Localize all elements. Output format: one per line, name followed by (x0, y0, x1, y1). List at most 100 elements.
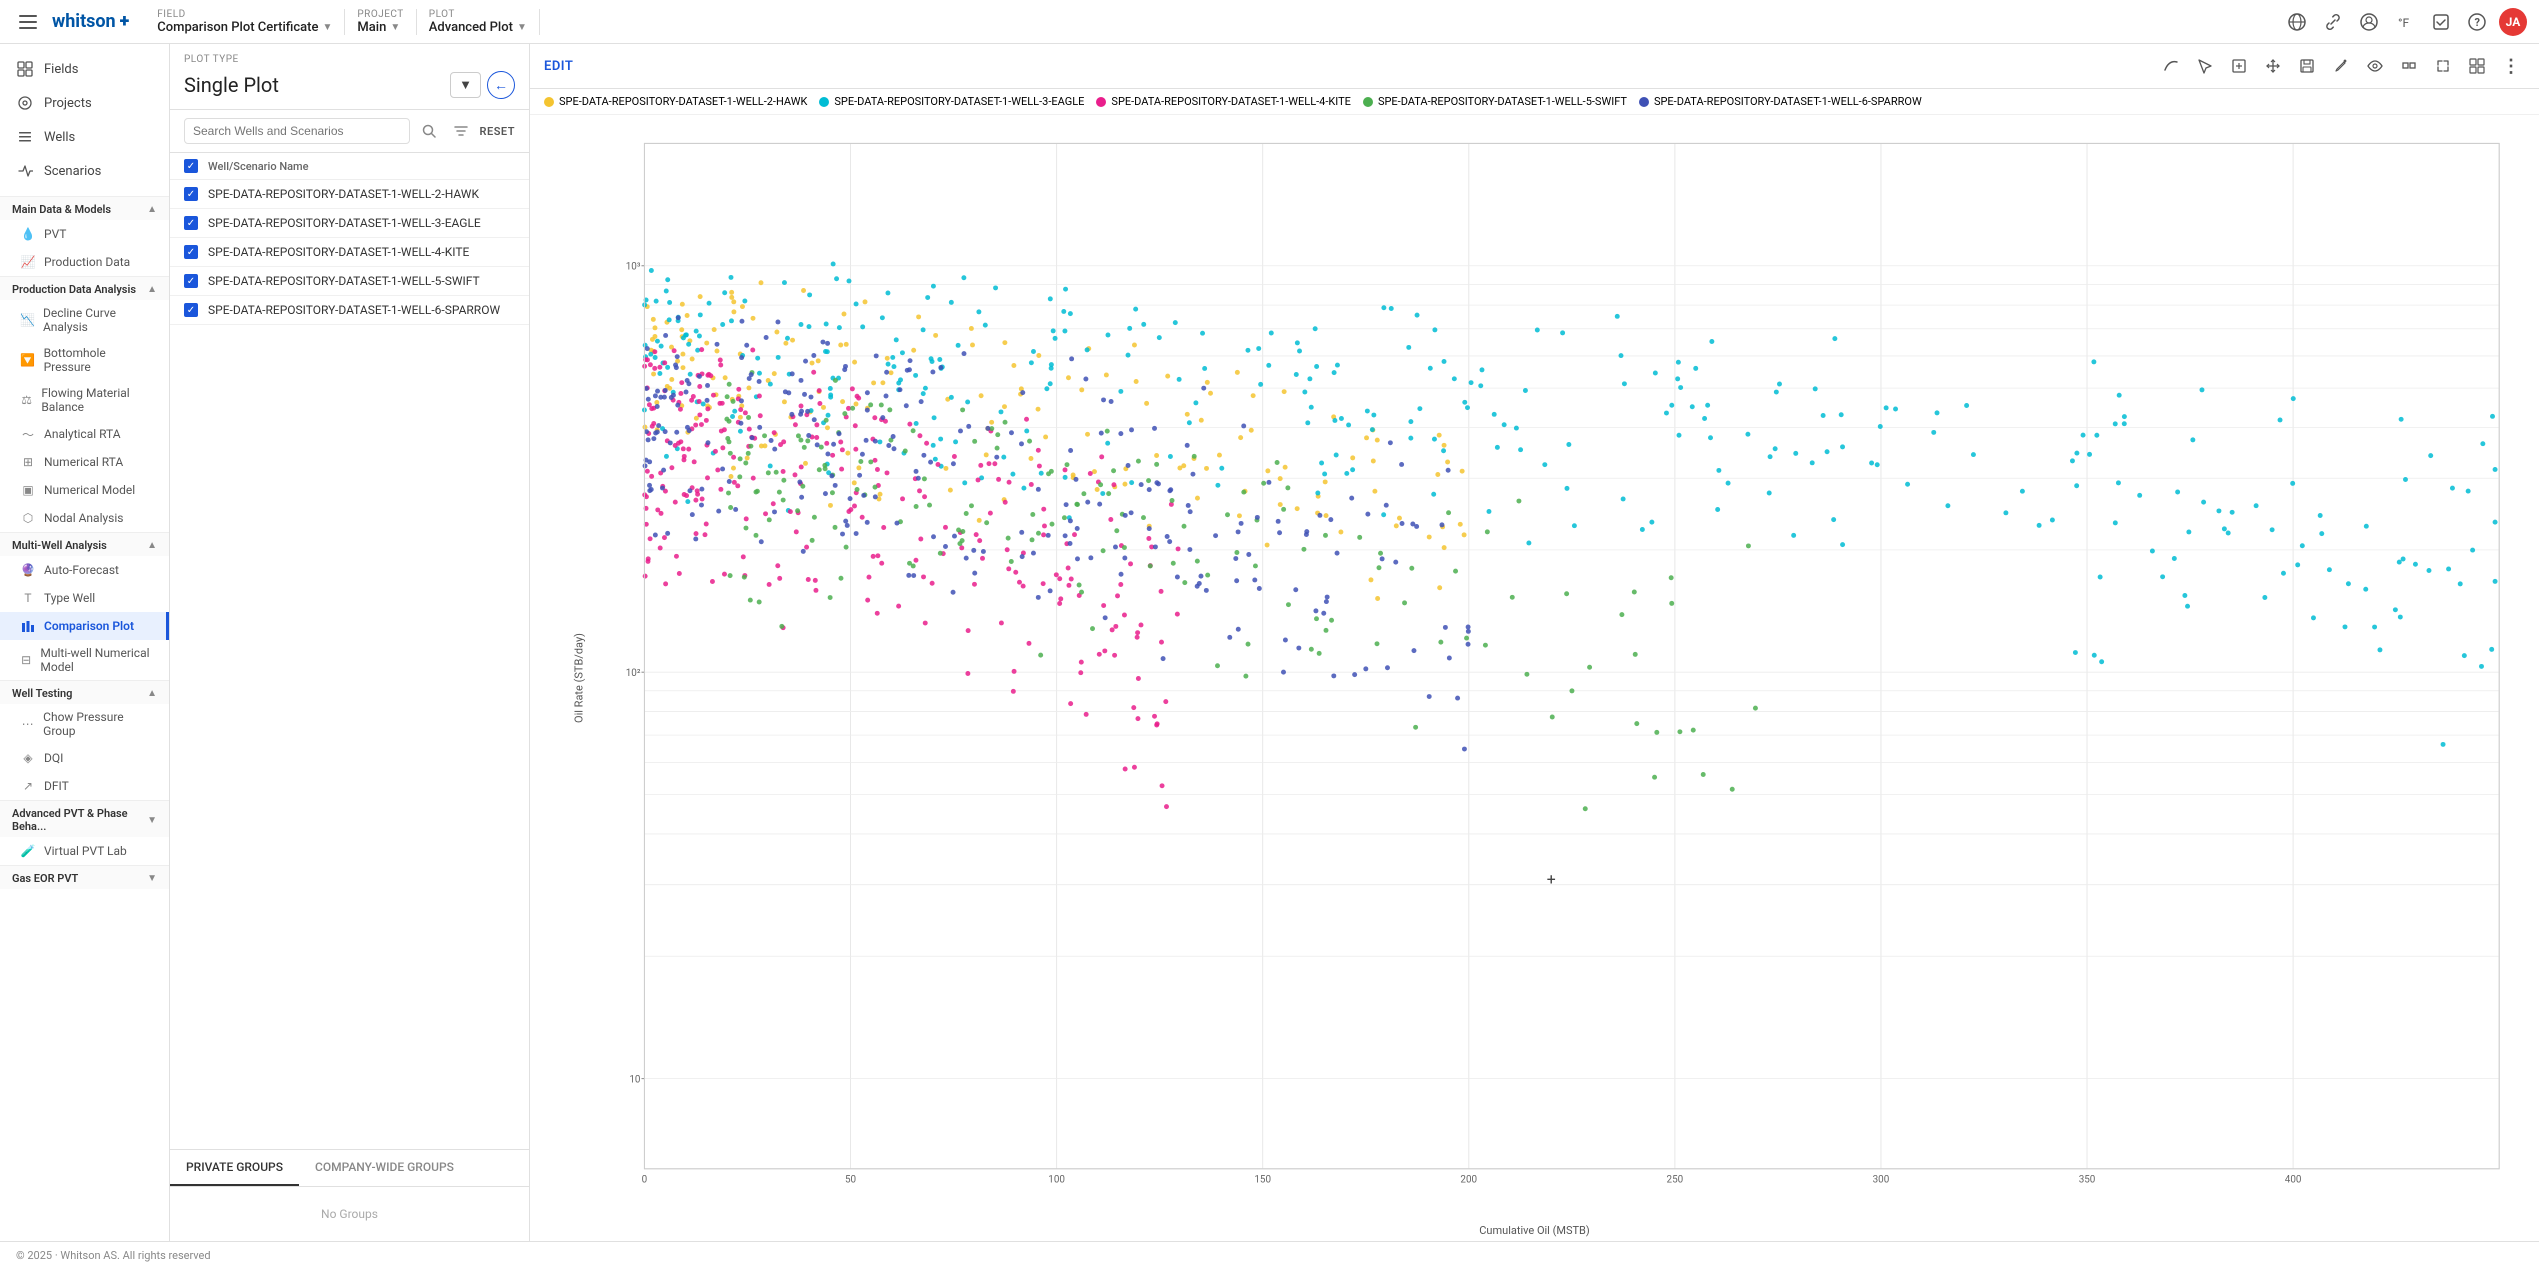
tool-more[interactable]: ⋮ (2497, 52, 2525, 80)
legend-label-hawk: SPE-DATA-REPOSITORY-DATASET-1-WELL-2-HAW… (559, 95, 807, 108)
svg-text:°F: °F (2398, 16, 2409, 30)
sidebar-item-nodal-analysis[interactable]: ⬡ Nodal Analysis (0, 504, 169, 532)
well-2-checkbox[interactable]: ✓ (184, 216, 198, 230)
comparison-plot-icon (20, 618, 36, 634)
sidebar-item-chow-pressure[interactable]: ⋯ Chow Pressure Group (0, 704, 169, 744)
tool-rect-zoom[interactable] (2225, 52, 2253, 80)
plot-type-select: Single Plot ▼ ← (184, 71, 515, 99)
section-multi-well[interactable]: Multi-Well Analysis ▲ (0, 532, 169, 556)
svg-text:0: 0 (642, 1175, 648, 1186)
sidebar-item-flowing-material[interactable]: ⚖ Flowing Material Balance (0, 380, 169, 420)
legend-label-eagle: SPE-DATA-REPOSITORY-DATASET-1-WELL-3-EAG… (834, 95, 1084, 108)
well-5-checkbox[interactable]: ✓ (184, 303, 198, 317)
logo[interactable]: whitson+ (52, 11, 129, 32)
section-production-analysis[interactable]: Production Data Analysis ▲ (0, 276, 169, 300)
search-button[interactable] (416, 118, 442, 144)
sidebar-item-pvt[interactable]: 💧 PVT (0, 220, 169, 248)
main-layout: Fields Projects Wells Scenarios (0, 44, 2539, 1241)
select-all-checkbox[interactable]: ✓ (184, 159, 198, 173)
footer: © 2025 · Whitson AS. All rights reserved (0, 1241, 2539, 1269)
well-row[interactable]: ✓ SPE-DATA-REPOSITORY-DATASET-1-WELL-5-S… (170, 267, 529, 296)
edit-button[interactable]: EDIT (544, 59, 573, 74)
tool-save[interactable] (2293, 52, 2321, 80)
sidebar-item-numerical-rta[interactable]: ⊞ Numerical RTA (0, 448, 169, 476)
tool-select[interactable] (2191, 52, 2219, 80)
well-row[interactable]: ✓ SPE-DATA-REPOSITORY-DATASET-1-WELL-3-E… (170, 209, 529, 238)
multi-well-numerical-icon: ⊟ (20, 652, 32, 668)
sidebar-item-type-well[interactable]: T Type Well (0, 584, 169, 612)
well-row[interactable]: ✓ SPE-DATA-REPOSITORY-DATASET-1-WELL-6-S… (170, 296, 529, 325)
tab-company-groups[interactable]: COMPANY-WIDE GROUPS (299, 1150, 470, 1186)
temperature-icon[interactable]: °F (2391, 8, 2419, 36)
tool-curve[interactable] (2157, 52, 2185, 80)
legend-item-sparrow: SPE-DATA-REPOSITORY-DATASET-1-WELL-6-SPA… (1639, 95, 1922, 108)
sidebar-item-dfit[interactable]: ↗ DFIT (0, 772, 169, 800)
legend-item-hawk: SPE-DATA-REPOSITORY-DATASET-1-WELL-2-HAW… (544, 95, 807, 108)
decline-curve-icon: 📉 (20, 312, 35, 328)
legend-label-kite: SPE-DATA-REPOSITORY-DATASET-1-WELL-4-KIT… (1111, 95, 1351, 108)
checkbox-icon[interactable] (2427, 8, 2455, 36)
globe-icon[interactable] (2283, 8, 2311, 36)
section-gas-eor[interactable]: Gas EOR PVT ▼ (0, 865, 169, 889)
plot-type-dropdown[interactable]: ▼ (450, 72, 481, 98)
section-well-testing[interactable]: Well Testing ▲ (0, 680, 169, 704)
sidebar-item-analytical-rta[interactable]: 〜 Analytical RTA (0, 420, 169, 448)
chart-container[interactable]: Oil Rate (STB/day) Cumulative Oil (MSTB)… (530, 115, 2539, 1241)
breadcrumb-field[interactable]: Field Comparison Plot Certificate ▼ (145, 9, 345, 35)
field-dropdown-icon[interactable]: ▼ (322, 22, 332, 33)
back-button[interactable]: ← (487, 71, 515, 99)
plot-dropdown-icon[interactable]: ▼ (517, 22, 527, 33)
tool-eye[interactable] (2361, 52, 2389, 80)
virtual-pvt-lab-icon: 🧪 (20, 843, 36, 859)
sidebar-item-auto-forecast[interactable]: 🔮 Auto-Forecast (0, 556, 169, 584)
section-production-analysis-toggle: ▲ (147, 284, 157, 295)
tool-grid[interactable] (2463, 52, 2491, 80)
sidebar-item-projects[interactable]: Projects (0, 86, 169, 120)
user-avatar-icon[interactable]: JA (2499, 8, 2527, 36)
sidebar-item-wells[interactable]: Wells (0, 120, 169, 154)
plot-area: EDIT (530, 44, 2539, 1241)
help-icon[interactable]: ? (2463, 8, 2491, 36)
project-dropdown-icon[interactable]: ▼ (390, 22, 400, 33)
breadcrumb-project[interactable]: Project Main ▼ (345, 9, 416, 35)
hamburger-button[interactable] (12, 6, 44, 38)
sidebar-item-production-data[interactable]: 📈 Production Data (0, 248, 169, 276)
well-row[interactable]: ✓ SPE-DATA-REPOSITORY-DATASET-1-WELL-4-K… (170, 238, 529, 267)
sidebar-label-fields: Fields (44, 62, 78, 77)
sidebar-item-multi-well-numerical[interactable]: ⊟ Multi-well Numerical Model (0, 640, 169, 680)
sidebar-item-decline-curve[interactable]: 📉 Decline Curve Analysis (0, 300, 169, 340)
topbar: whitson+ Field Comparison Plot Certifica… (0, 0, 2539, 44)
plot-tools: ⋮ (2157, 52, 2525, 80)
tab-private-groups[interactable]: PRIVATE GROUPS (170, 1150, 299, 1186)
search-input[interactable] (184, 118, 410, 144)
sidebar-item-scenarios[interactable]: Scenarios (0, 154, 169, 188)
numerical-rta-icon: ⊞ (20, 454, 36, 470)
tool-pan[interactable] (2259, 52, 2287, 80)
well-3-checkbox[interactable]: ✓ (184, 245, 198, 259)
breadcrumb-plot[interactable]: Plot Advanced Plot ▼ (417, 9, 540, 35)
sidebar-item-dqi[interactable]: ◈ DQI (0, 744, 169, 772)
sidebar-label-virtual-pvt-lab: Virtual PVT Lab (44, 844, 127, 858)
link-icon[interactable] (2319, 8, 2347, 36)
chart-svg[interactable]: 0501001502002503003504001010²10³+ (590, 131, 2519, 1201)
well-1-checkbox[interactable]: ✓ (184, 187, 198, 201)
sidebar-label-dqi: DQI (44, 751, 63, 765)
tool-box[interactable] (2395, 52, 2423, 80)
section-main-data[interactable]: Main Data & Models ▲ (0, 196, 169, 220)
well-4-checkbox[interactable]: ✓ (184, 274, 198, 288)
sidebar-item-bottomhole[interactable]: 🔽 Bottomhole Pressure (0, 340, 169, 380)
sidebar-item-fields[interactable]: Fields (0, 52, 169, 86)
reset-button[interactable]: RESET (480, 125, 515, 138)
well-row[interactable]: ✓ SPE-DATA-REPOSITORY-DATASET-1-WELL-2-H… (170, 180, 529, 209)
user-circle-icon[interactable] (2355, 8, 2383, 36)
tool-edit2[interactable] (2327, 52, 2355, 80)
sidebar-item-virtual-pvt-lab[interactable]: 🧪 Virtual PVT Lab (0, 837, 169, 865)
plot-toolbar: EDIT (530, 44, 2539, 89)
filter-button[interactable] (448, 118, 474, 144)
sidebar-item-comparison-plot[interactable]: Comparison Plot (0, 612, 169, 640)
section-advanced-pvt[interactable]: Advanced PVT & Phase Beha... ▼ (0, 800, 169, 837)
sidebar-item-numerical-model[interactable]: ▣ Numerical Model (0, 476, 169, 504)
tool-expand[interactable] (2429, 52, 2457, 80)
y-axis-label: Oil Rate (STB/day) (572, 633, 585, 723)
logo-plus: + (120, 11, 130, 32)
